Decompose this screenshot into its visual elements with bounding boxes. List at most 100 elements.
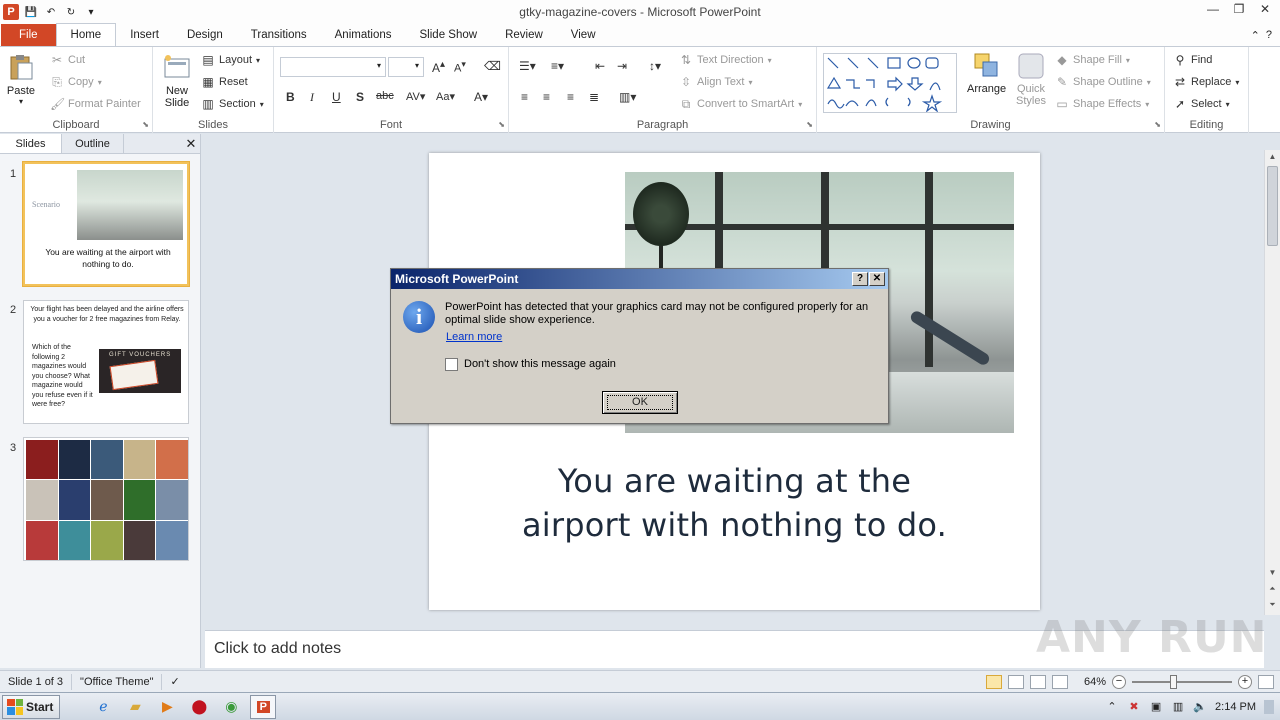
dialog-close-button[interactable]: ✕ [869,272,885,286]
start-button[interactable]: Start [2,694,61,719]
character-spacing-icon[interactable]: AV▾ [406,90,425,103]
select-button[interactable]: ➚ Select ▾ [1173,97,1230,111]
restore-button[interactable]: ❐ [1228,2,1250,20]
italic-icon[interactable]: I [310,90,314,105]
zoom-in-icon[interactable]: + [1238,674,1252,689]
slide-thumbnail-3[interactable] [23,437,189,561]
text-direction-button[interactable]: ⇅ Text Direction ▾ [679,53,772,67]
drawing-launcher-icon[interactable]: ⬊ [1154,120,1161,129]
clipboard-launcher-icon[interactable]: ⬊ [142,120,149,129]
slide-thumbnail-2[interactable]: Your flight has been delayed and the air… [23,300,189,424]
slide-show-view-icon[interactable] [1051,674,1068,689]
layout-button[interactable]: ▤ Layout ▾ [201,53,260,67]
format-painter-button[interactable]: 🖌 Format Painter [50,97,141,111]
paste-button[interactable]: Paste ▾ [6,53,36,106]
font-launcher-icon[interactable]: ⬊ [498,120,505,129]
reading-view-icon[interactable] [1029,674,1046,689]
slide-thumbnail-1[interactable]: Scenario You are waiting at the airport … [22,161,190,287]
help-icon[interactable]: ? [1266,29,1272,41]
scroll-down-icon[interactable]: ▼ [1265,566,1280,580]
arrange-button[interactable]: Arrange [967,51,1006,95]
convert-smartart-button[interactable]: ⧉ Convert to SmartArt ▾ [679,97,803,111]
bold-icon[interactable]: B [286,90,295,104]
underline-icon[interactable]: U [332,90,341,104]
copy-button[interactable]: ⎘ Copy ▾ [50,75,102,89]
vertical-scrollbar[interactable]: ▲ ▼ ⏶ ⏷ [1264,150,1280,615]
file-explorer-icon[interactable]: ▰ [122,695,148,719]
tab-slide-show[interactable]: Slide Show [406,24,492,46]
shapes-gallery[interactable] [823,53,957,113]
shadow-icon[interactable]: S [356,90,364,104]
shape-outline-button[interactable]: ✎ Shape Outline ▾ [1055,75,1151,89]
tab-slides[interactable]: Slides [0,134,62,153]
grow-font-icon[interactable]: A▴ [432,59,445,75]
customize-toolbar-icon[interactable]: ▾ [83,4,99,20]
antivirus-icon[interactable]: ⬤ [186,695,212,719]
minimize-ribbon-icon[interactable]: ⌃ [1251,29,1260,42]
change-case-icon[interactable]: Aa▾ [436,90,455,103]
align-right-icon[interactable]: ≡ [567,90,574,104]
show-hidden-icons[interactable]: ⌃ [1105,700,1119,714]
shape-effects-button[interactable]: ▭ Shape Effects ▾ [1055,97,1149,111]
previous-slide-icon[interactable]: ⏶ [1265,582,1280,596]
volume-icon[interactable]: 🔈 [1193,700,1207,714]
align-center-icon[interactable]: ≡ [543,90,550,104]
dialog-help-button[interactable]: ? [852,272,868,286]
reset-button[interactable]: ▦ Reset [201,75,247,89]
clear-formatting-icon[interactable]: ⌫ [484,59,501,73]
align-left-icon[interactable]: ≡ [521,90,528,104]
chrome-icon[interactable]: ◉ [218,695,244,719]
find-button[interactable]: ⚲ Find [1173,53,1213,67]
close-window-button[interactable]: ✕ [1254,2,1276,20]
dont-show-again-checkbox[interactable] [445,358,458,371]
tab-view[interactable]: View [557,24,610,46]
bullets-icon[interactable]: ☰▾ [519,59,536,73]
network-error-icon[interactable]: ✖ [1127,700,1141,714]
quick-styles-button[interactable]: Quick Styles [1011,51,1051,107]
replace-button[interactable]: ⇄ Replace ▾ [1173,75,1239,89]
undo-icon[interactable]: ↶ [43,4,59,20]
paragraph-launcher-icon[interactable]: ⬊ [806,120,813,129]
dont-show-again-label[interactable]: Don't show this message again [464,358,616,370]
zoom-level[interactable]: 64% [1084,676,1106,688]
font-name-select[interactable]: ▾ [280,57,386,77]
slide-title-text[interactable]: You are waiting at the airport with noth… [479,459,990,547]
powerpoint-logo-icon[interactable]: P [3,4,19,20]
cut-button[interactable]: ✂ Cut [50,53,85,67]
redo-icon[interactable]: ↻ [63,4,79,20]
display-icon[interactable]: ▣ [1149,700,1163,714]
tab-home[interactable]: Home [55,23,117,46]
save-icon[interactable]: 💾 [23,4,39,20]
tab-insert[interactable]: Insert [116,24,173,46]
font-size-select[interactable]: ▾ [388,57,424,77]
justify-icon[interactable]: ≣ [589,90,599,104]
tab-review[interactable]: Review [491,24,557,46]
close-panel-icon[interactable]: ✕ [182,134,200,153]
tab-outline[interactable]: Outline [62,134,124,153]
scroll-up-icon[interactable]: ▲ [1265,150,1280,164]
scroll-thumb[interactable] [1267,166,1278,246]
show-desktop-button[interactable] [1264,699,1274,714]
section-button[interactable]: ▥ Section ▾ [201,97,263,111]
normal-view-icon[interactable] [985,674,1002,689]
tab-animations[interactable]: Animations [321,24,406,46]
tab-transitions[interactable]: Transitions [237,24,321,46]
shrink-font-icon[interactable]: A▾ [454,59,466,75]
slide-sorter-view-icon[interactable] [1007,674,1024,689]
zoom-out-icon[interactable]: − [1112,674,1126,689]
increase-indent-icon[interactable]: ⇥ [617,59,627,73]
fit-to-window-icon[interactable] [1258,674,1274,689]
media-player-icon[interactable]: ▶ [154,695,180,719]
tab-design[interactable]: Design [173,24,237,46]
columns-icon[interactable]: ▥▾ [619,90,636,104]
clock[interactable]: 2:14 PM [1215,701,1256,713]
line-spacing-icon[interactable]: ↕▾ [649,59,661,73]
spell-check-icon[interactable]: ✓ [162,674,187,690]
decrease-indent-icon[interactable]: ⇤ [595,59,605,73]
learn-more-link[interactable]: Learn more [446,331,502,343]
zoom-slider-knob[interactable] [1170,674,1177,689]
new-slide-button[interactable]: New Slide [159,53,195,109]
minimize-button[interactable]: — [1202,2,1224,20]
internet-explorer-icon[interactable]: ℯ [90,695,116,719]
tab-file[interactable]: File [1,24,56,46]
